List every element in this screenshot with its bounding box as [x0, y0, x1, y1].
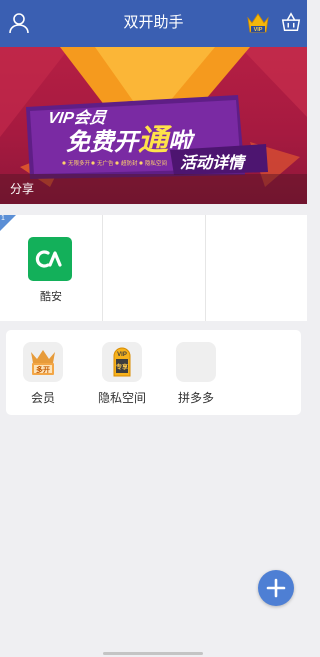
corner-badge-number: 1	[1, 215, 5, 222]
event-details-button: 活动详情	[180, 154, 247, 172]
app-cell-empty[interactable]	[206, 215, 307, 321]
quick-actions-card: 多开 会员 VIP 专享 隐私空间 拼多多	[6, 330, 301, 415]
quick-action-pinduoduo[interactable]: 拼多多	[166, 342, 226, 408]
vip-badge-text: VIP	[254, 27, 263, 33]
quick-action-member-label: 会员	[30, 391, 55, 405]
add-app-button[interactable]	[258, 570, 294, 606]
vip-privacy-top-text: VIP	[117, 352, 127, 358]
quick-action-pinduoduo-label: 拼多多	[177, 391, 214, 405]
vip-privacy-bottom-text: 专享	[116, 363, 128, 371]
multi-open-text: 多开	[36, 365, 50, 374]
share-label[interactable]: 分享	[10, 181, 34, 197]
app-label-coolapk: 酷安	[40, 291, 62, 303]
feature-2: 无广告	[97, 159, 114, 167]
crown-vip-icon[interactable]: VIP	[246, 11, 270, 35]
plus-icon	[266, 578, 286, 598]
quick-action-privacy-label: 隐私空间	[97, 391, 146, 405]
feature-4: 隐私空间	[145, 159, 167, 167]
vip-member-text: VIP会员	[47, 109, 108, 127]
quick-action-privacy-space[interactable]: VIP 专享 隐私空间	[92, 342, 152, 408]
app-cell-empty[interactable]	[103, 215, 206, 321]
multi-open-crown-icon: 多开	[23, 342, 63, 382]
app-header: 双开助手 VIP	[0, 0, 307, 47]
shopping-basket-icon[interactable]	[280, 11, 304, 35]
app-cell-coolapk[interactable]: 1 酷安	[0, 215, 103, 321]
feature-3: 超防封	[121, 159, 138, 167]
pinduoduo-icon	[176, 342, 216, 382]
headline-part1: 免费开	[66, 129, 142, 156]
home-indicator[interactable]	[103, 652, 203, 655]
quick-action-member[interactable]: 多开 会员	[13, 342, 73, 408]
coolapk-icon[interactable]	[28, 237, 72, 281]
vip-privacy-icon: VIP 专享	[102, 342, 142, 382]
app-grid: 1 酷安	[0, 215, 307, 321]
share-bar[interactable]: 分享	[0, 174, 307, 204]
feature-1: 无限多开	[68, 159, 91, 167]
